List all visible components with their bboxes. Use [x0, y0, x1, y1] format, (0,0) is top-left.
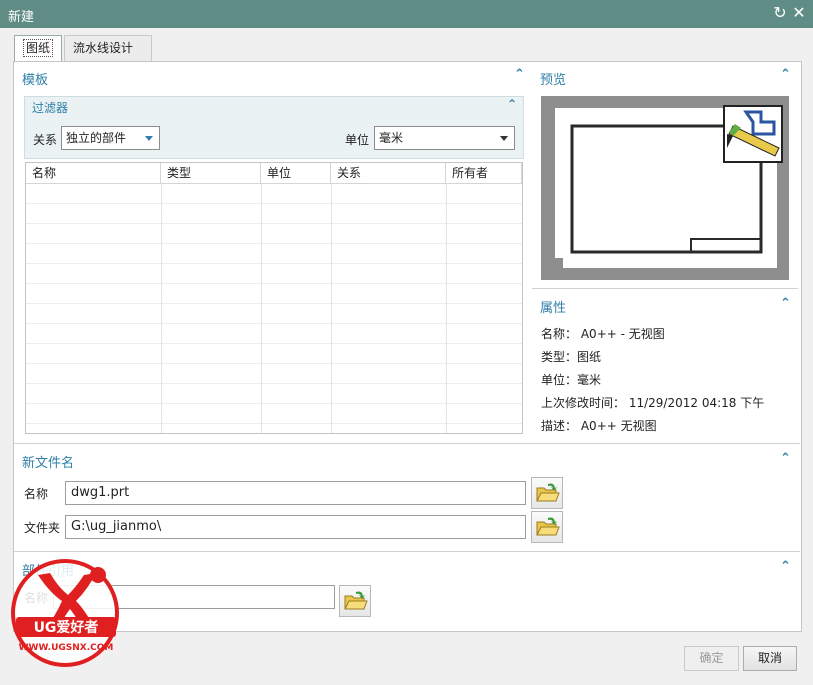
relation-label: 关系	[33, 133, 58, 147]
close-icon[interactable]: ✕	[789, 3, 809, 23]
filter-collapse-icon[interactable]: ⌃	[507, 97, 517, 111]
window-title: 新建	[8, 10, 35, 25]
template-table[interactable]: 名称 类型 单位 关系 所有者	[25, 162, 523, 434]
table-row[interactable]	[26, 344, 522, 364]
template-section-title: 模板	[22, 73, 49, 88]
cancel-button[interactable]: 取消	[743, 646, 797, 671]
table-row[interactable]	[26, 244, 522, 264]
browse-file-button[interactable]	[531, 477, 563, 509]
column-header-relation[interactable]: 关系	[331, 163, 446, 184]
property-description: 描述： A0++ 无视图	[541, 419, 657, 433]
column-divider	[261, 184, 262, 433]
property-modified: 上次修改时间： 11/29/2012 04:18 下午	[541, 396, 765, 410]
ok-button[interactable]: 确定	[684, 646, 739, 671]
open-folder-icon	[536, 483, 560, 502]
preview-section-title: 预览	[540, 73, 567, 88]
newfile-section-title: 新文件名	[22, 456, 75, 471]
unit-label: 单位	[345, 133, 370, 147]
table-row[interactable]	[26, 324, 522, 344]
table-row[interactable]	[26, 284, 522, 304]
unit-select-value: 毫米	[379, 131, 404, 145]
chevron-down-icon	[500, 136, 508, 141]
preview-image	[541, 96, 789, 280]
browse-part-button[interactable]	[339, 585, 371, 617]
column-header-name[interactable]: 名称	[26, 163, 161, 184]
column-divider	[161, 184, 162, 433]
chevron-down-icon	[145, 136, 153, 141]
part-collapse-icon[interactable]: ⌃	[780, 559, 791, 574]
newfile-divider	[14, 443, 800, 444]
watermark-url: WWW.UGSNX.COM	[19, 643, 114, 653]
column-divider	[446, 184, 447, 433]
tab-drawing-label: 图纸	[23, 39, 54, 57]
file-name-label: 名称	[24, 487, 49, 501]
browse-folder-button[interactable]	[531, 511, 563, 543]
open-folder-icon	[344, 591, 368, 610]
template-collapse-icon[interactable]: ⌃	[514, 67, 525, 82]
file-name-input[interactable]: dwg1.prt	[65, 481, 526, 505]
column-header-unit[interactable]: 单位	[261, 163, 331, 184]
open-folder-icon	[536, 517, 560, 536]
relation-select[interactable]: 独立的部件	[61, 126, 160, 150]
reset-icon[interactable]: ↻	[770, 3, 790, 23]
preview-collapse-icon[interactable]: ⌃	[780, 67, 791, 82]
table-row[interactable]	[26, 304, 522, 324]
ugsnx-watermark-logo: UG爱好者 WWW.UGSNX.COM	[10, 553, 130, 668]
properties-section-title: 属性	[540, 301, 567, 316]
column-header-owner[interactable]: 所有者	[446, 163, 522, 184]
relation-select-value: 独立的部件	[66, 131, 127, 145]
property-name: 名称： A0++ - 无视图	[541, 327, 665, 341]
table-row[interactable]	[26, 204, 522, 224]
drawing-preview-graphic	[555, 105, 783, 268]
properties-divider	[532, 288, 798, 289]
part-divider	[14, 551, 800, 552]
filter-title: 过滤器	[32, 101, 69, 115]
column-header-type[interactable]: 类型	[161, 163, 261, 184]
tab-pipeline-designer[interactable]: 流水线设计器	[64, 35, 152, 80]
newfile-collapse-icon[interactable]: ⌃	[780, 451, 791, 466]
table-row[interactable]	[26, 224, 522, 244]
watermark-brand: UG爱好者	[34, 619, 99, 636]
column-divider	[331, 184, 332, 433]
drawing-template-icon	[723, 105, 783, 163]
title-bar: 新建 ↻ ✕	[0, 0, 813, 28]
table-row[interactable]	[26, 384, 522, 404]
tab-drawing[interactable]: 图纸	[14, 35, 62, 63]
table-row[interactable]	[26, 264, 522, 284]
folder-label: 文件夹	[24, 521, 61, 535]
folder-input[interactable]: G:\ug_jianmo\	[65, 515, 526, 539]
property-type: 类型：图纸	[541, 350, 602, 364]
property-unit: 单位：毫米	[541, 373, 602, 387]
table-row[interactable]	[26, 404, 522, 424]
table-row[interactable]	[26, 184, 522, 204]
properties-collapse-icon[interactable]: ⌃	[780, 296, 791, 311]
unit-select[interactable]: 毫米	[374, 126, 515, 150]
table-row[interactable]	[26, 364, 522, 384]
